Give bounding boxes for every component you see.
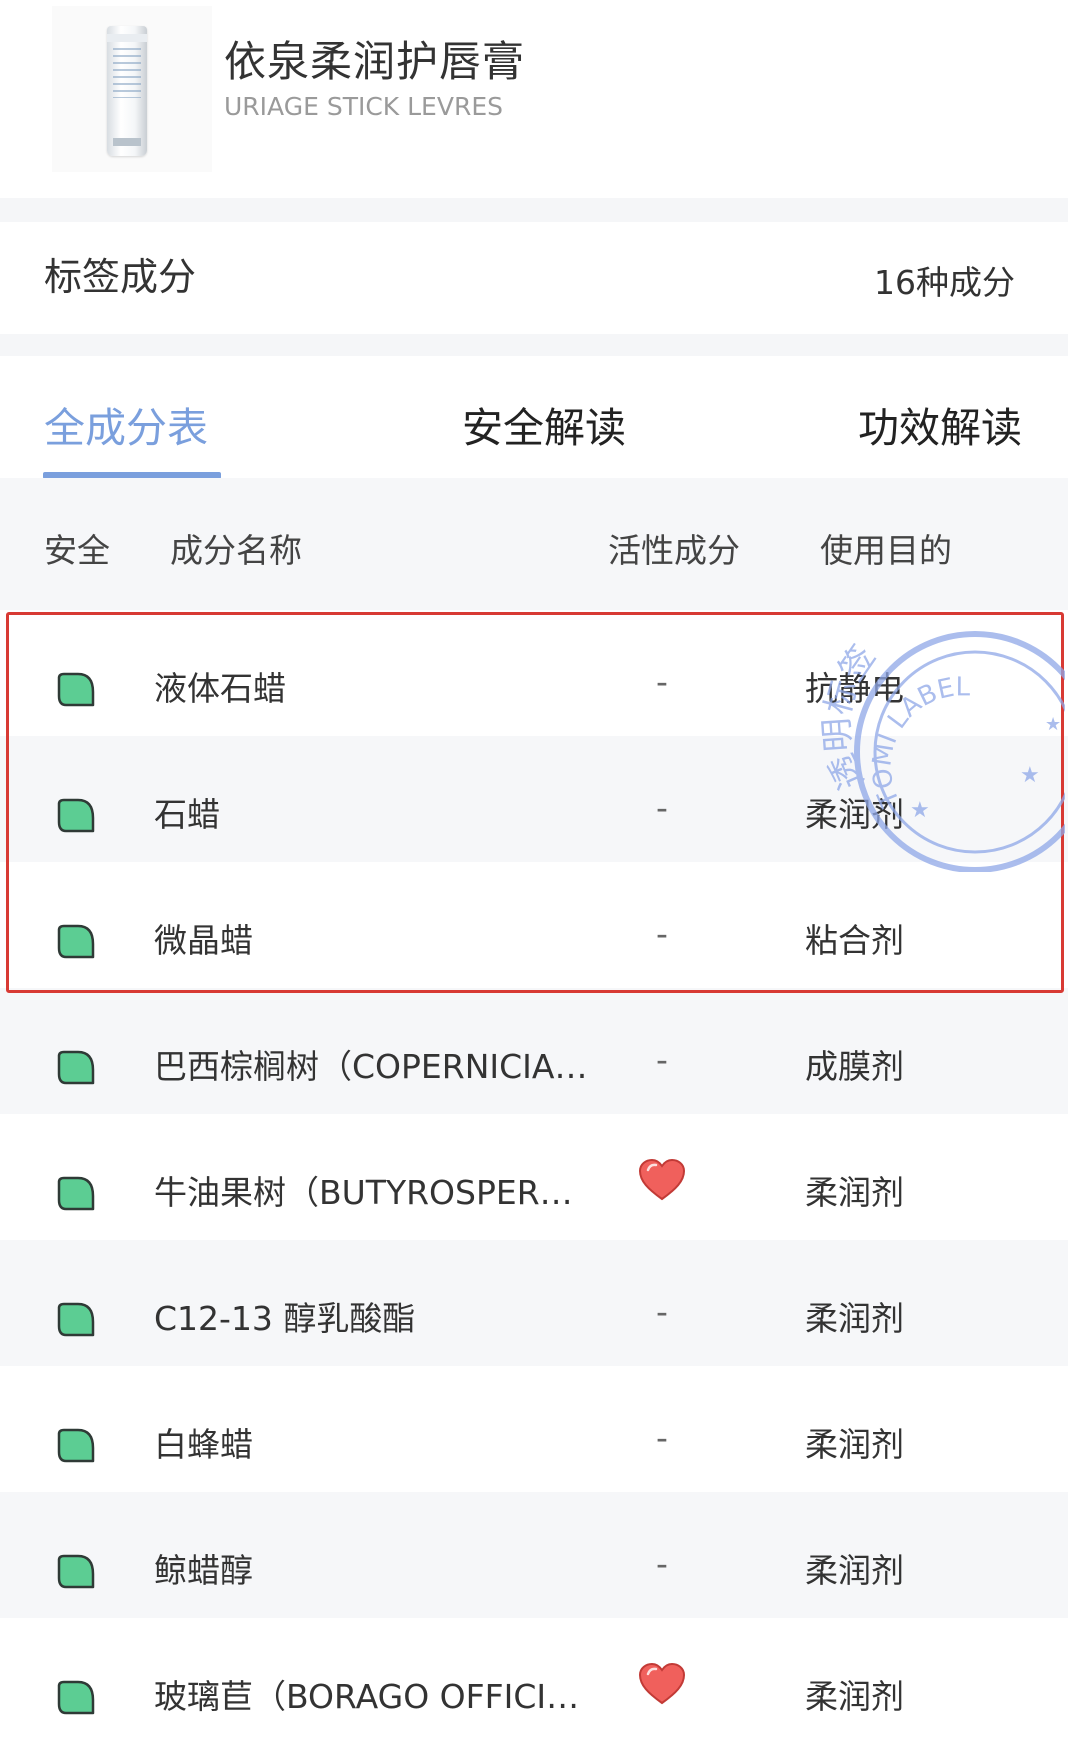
ingredient-row[interactable]: 石蜡 - 柔润剂 xyxy=(0,736,1068,862)
active-ingredient-heart-icon xyxy=(638,1158,686,1202)
ingredient-row[interactable]: 牛油果树（BUTYROSPER… 柔润剂 xyxy=(0,1114,1068,1240)
safety-leaf-icon xyxy=(56,1050,96,1086)
safety-leaf-icon xyxy=(56,1302,96,1338)
column-safety: 安全 xyxy=(44,531,110,570)
safety-leaf-icon xyxy=(56,1680,96,1716)
safety-leaf-icon xyxy=(56,924,96,960)
product-name: 依泉柔润护唇膏 xyxy=(224,37,526,86)
tab-efficacy-analysis[interactable]: 功效解读 xyxy=(858,394,1022,454)
ingredient-name: 玻璃苣（BORAGO OFFICI… xyxy=(154,1677,580,1716)
ingredient-row[interactable]: 鲸蜡醇 - 柔润剂 xyxy=(0,1492,1068,1618)
table-header: 安全 成分名称 活性成分 使用目的 xyxy=(0,478,1068,610)
column-ingredient-name: 成分名称 xyxy=(170,531,302,570)
ingredient-row[interactable]: C12-13 醇乳酸酯 - 柔润剂 xyxy=(0,1240,1068,1366)
tab-full-ingredients[interactable]: 全成分表 xyxy=(44,394,208,454)
ingredient-purpose: 柔润剂 xyxy=(805,1173,904,1212)
ingredient-row[interactable]: 微晶蜡 - 粘合剂 xyxy=(0,862,1068,988)
ingredient-name: 巴西棕榈树（COPERNICIA… xyxy=(154,1047,588,1086)
ingredient-row[interactable]: 白蜂蜡 - 柔润剂 xyxy=(0,1366,1068,1492)
ingredient-purpose: 柔润剂 xyxy=(805,1551,904,1590)
ingredient-name: 微晶蜡 xyxy=(154,921,253,960)
active-ingredient-value: - xyxy=(656,914,668,953)
ingredient-list: 液体石蜡 - 抗静电 石蜡 - 柔润剂 微晶蜡 - 粘合剂 巴西棕榈树（COPERNICIA… - 成… xyxy=(0,610,1068,1744)
safety-leaf-icon xyxy=(56,672,96,708)
ingredient-purpose: 柔润剂 xyxy=(805,795,904,834)
active-ingredient-heart-icon xyxy=(638,1662,686,1706)
safety-leaf-icon xyxy=(56,798,96,834)
active-ingredient-value: - xyxy=(656,1040,668,1079)
product-image[interactable] xyxy=(52,6,212,172)
tab-bar: 全成分表 安全解读 功效解读 xyxy=(0,356,1068,479)
ingredient-purpose: 柔润剂 xyxy=(805,1425,904,1464)
safety-leaf-icon xyxy=(56,1554,96,1590)
ingredient-name: 石蜡 xyxy=(154,795,220,834)
ingredient-purpose: 成膜剂 xyxy=(805,1047,904,1086)
product-header: 依泉柔润护唇膏 URIAGE STICK LEVRES xyxy=(0,0,1068,198)
lip-balm-tube-image xyxy=(107,26,147,156)
ingredient-name: 鲸蜡醇 xyxy=(154,1551,253,1590)
active-ingredient-value: - xyxy=(656,1544,668,1583)
ingredient-row[interactable]: 巴西棕榈树（COPERNICIA… - 成膜剂 xyxy=(0,988,1068,1114)
ingredient-count: 16种成分 xyxy=(874,263,1015,302)
ingredient-purpose: 抗静电 xyxy=(805,669,904,708)
safety-leaf-icon xyxy=(56,1428,96,1464)
ingredient-row[interactable]: 液体石蜡 - 抗静电 xyxy=(0,610,1068,736)
ingredient-name: 白蜂蜡 xyxy=(154,1425,253,1464)
column-purpose: 使用目的 xyxy=(820,531,952,570)
ingredient-purpose: 柔润剂 xyxy=(805,1677,904,1716)
ingredient-name: 牛油果树（BUTYROSPER… xyxy=(154,1173,573,1212)
active-ingredient-value: - xyxy=(656,788,668,827)
tab-safety-analysis[interactable]: 安全解读 xyxy=(462,394,626,454)
safety-leaf-icon xyxy=(56,1176,96,1212)
ingredient-purpose: 粘合剂 xyxy=(805,921,904,960)
active-ingredient-value: - xyxy=(656,662,668,701)
ingredient-name: C12-13 醇乳酸酯 xyxy=(154,1299,416,1338)
ingredient-purpose: 柔润剂 xyxy=(805,1299,904,1338)
label-ingredients-row[interactable]: 标签成分 16种成分 xyxy=(0,222,1068,334)
active-ingredient-value: - xyxy=(656,1292,668,1331)
column-active-ingredient: 活性成分 xyxy=(608,531,740,570)
active-ingredient-value: - xyxy=(656,1418,668,1457)
label-ingredients-title: 标签成分 xyxy=(44,255,197,299)
ingredient-name: 液体石蜡 xyxy=(154,669,286,708)
product-name-en: URIAGE STICK LEVRES xyxy=(224,92,503,121)
ingredient-row[interactable]: 玻璃苣（BORAGO OFFICI… 柔润剂 xyxy=(0,1618,1068,1744)
